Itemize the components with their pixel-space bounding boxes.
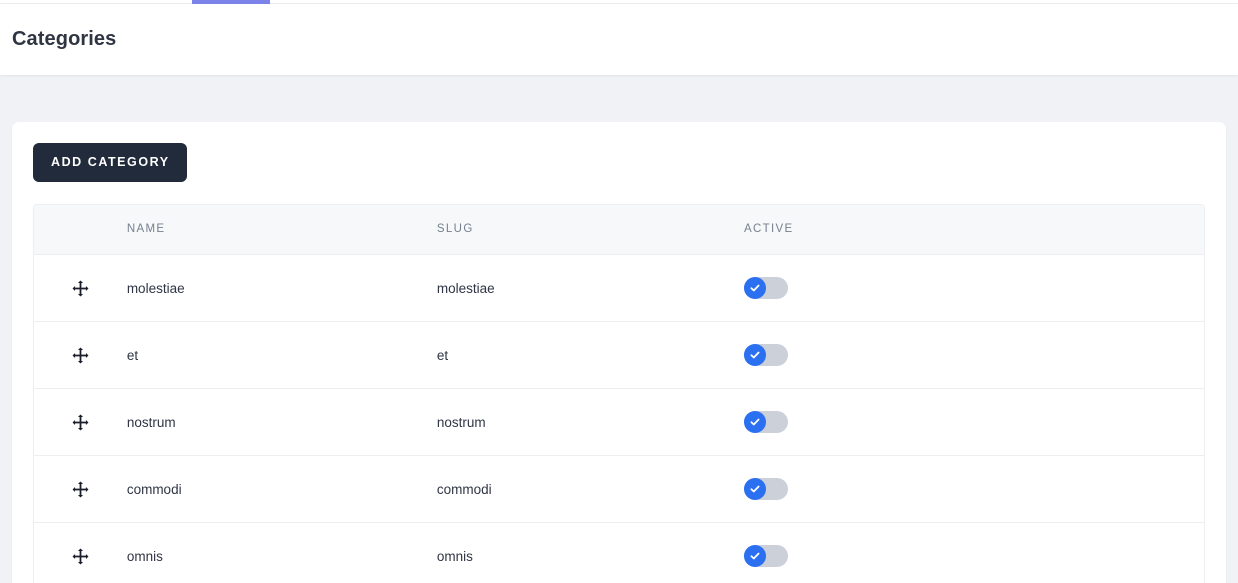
check-icon xyxy=(749,416,761,428)
cell-slug: commodi xyxy=(436,455,744,523)
categories-card: Add Category Name Slug Active xyxy=(12,122,1226,583)
active-toggle[interactable] xyxy=(743,344,788,366)
cell-active xyxy=(743,388,1204,456)
active-toggle[interactable] xyxy=(743,411,788,433)
row-drag-cell xyxy=(34,522,127,583)
add-category-button[interactable]: Add Category xyxy=(33,143,187,182)
table-header: Name Slug Active xyxy=(34,204,1204,255)
cell-name: et xyxy=(126,321,437,389)
active-toggle[interactable] xyxy=(743,545,788,567)
page-title: Categories xyxy=(12,28,117,50)
cell-active xyxy=(743,522,1204,583)
table-row: omnisomnisEditDelete xyxy=(34,522,1205,583)
cell-name: commodi xyxy=(126,455,437,523)
toggle-knob xyxy=(743,411,766,433)
toggle-knob xyxy=(743,545,766,567)
cell-name: nostrum xyxy=(126,388,437,456)
cell-active xyxy=(743,254,1204,322)
check-icon xyxy=(749,349,761,361)
content-area: Add Category Name Slug Active xyxy=(0,75,1238,583)
categories-table-wrapper: Name Slug Active molestiaemolestiaeEditD… xyxy=(33,203,1205,583)
active-toggle[interactable] xyxy=(743,277,788,299)
row-drag-cell xyxy=(34,321,127,389)
table-row: molestiaemolestiaeEditDelete xyxy=(34,254,1205,322)
cell-name: molestiae xyxy=(126,254,437,322)
cell-slug: omnis xyxy=(436,522,744,583)
cell-active xyxy=(743,455,1204,523)
move-icon[interactable] xyxy=(72,280,89,297)
toggle-knob xyxy=(743,344,766,366)
table-row: etetEditDelete xyxy=(34,321,1205,389)
column-header-name: Name xyxy=(126,204,437,255)
active-toggle[interactable] xyxy=(743,478,788,500)
move-icon[interactable] xyxy=(72,481,89,498)
cell-slug: et xyxy=(436,321,744,389)
edit-button[interactable]: Edit xyxy=(1204,472,1205,506)
edit-button[interactable]: Edit xyxy=(1204,338,1205,372)
cell-active xyxy=(743,321,1204,389)
column-header-slug: Slug xyxy=(436,204,744,255)
check-icon xyxy=(749,282,761,294)
move-icon[interactable] xyxy=(72,347,89,364)
column-header-active: Active xyxy=(743,204,1204,255)
row-drag-cell xyxy=(34,455,127,523)
cell-slug: molestiae xyxy=(436,254,744,322)
edit-button[interactable]: Edit xyxy=(1204,539,1205,573)
move-icon[interactable] xyxy=(72,548,89,565)
table-header-row: Name Slug Active xyxy=(34,204,1204,255)
table-row: commodicommodiEditDelete xyxy=(34,455,1205,523)
categories-table: Name Slug Active molestiaemolestiaeEditD… xyxy=(34,204,1205,583)
table-body: molestiaemolestiaeEditDeleteetetEditDele… xyxy=(34,254,1205,583)
edit-button[interactable]: Edit xyxy=(1204,405,1205,439)
toggle-knob xyxy=(743,478,766,500)
check-icon xyxy=(749,483,761,495)
page-header: Categories xyxy=(0,4,1238,75)
row-drag-cell xyxy=(34,254,127,322)
cell-name: omnis xyxy=(126,522,437,583)
check-icon xyxy=(749,550,761,562)
edit-button[interactable]: Edit xyxy=(1204,271,1205,305)
column-header-handle xyxy=(34,204,127,255)
cell-slug: nostrum xyxy=(436,388,744,456)
table-row: nostrumnostrumEditDelete xyxy=(34,388,1205,456)
toggle-knob xyxy=(743,277,766,299)
move-icon[interactable] xyxy=(72,414,89,431)
row-drag-cell xyxy=(34,388,127,456)
